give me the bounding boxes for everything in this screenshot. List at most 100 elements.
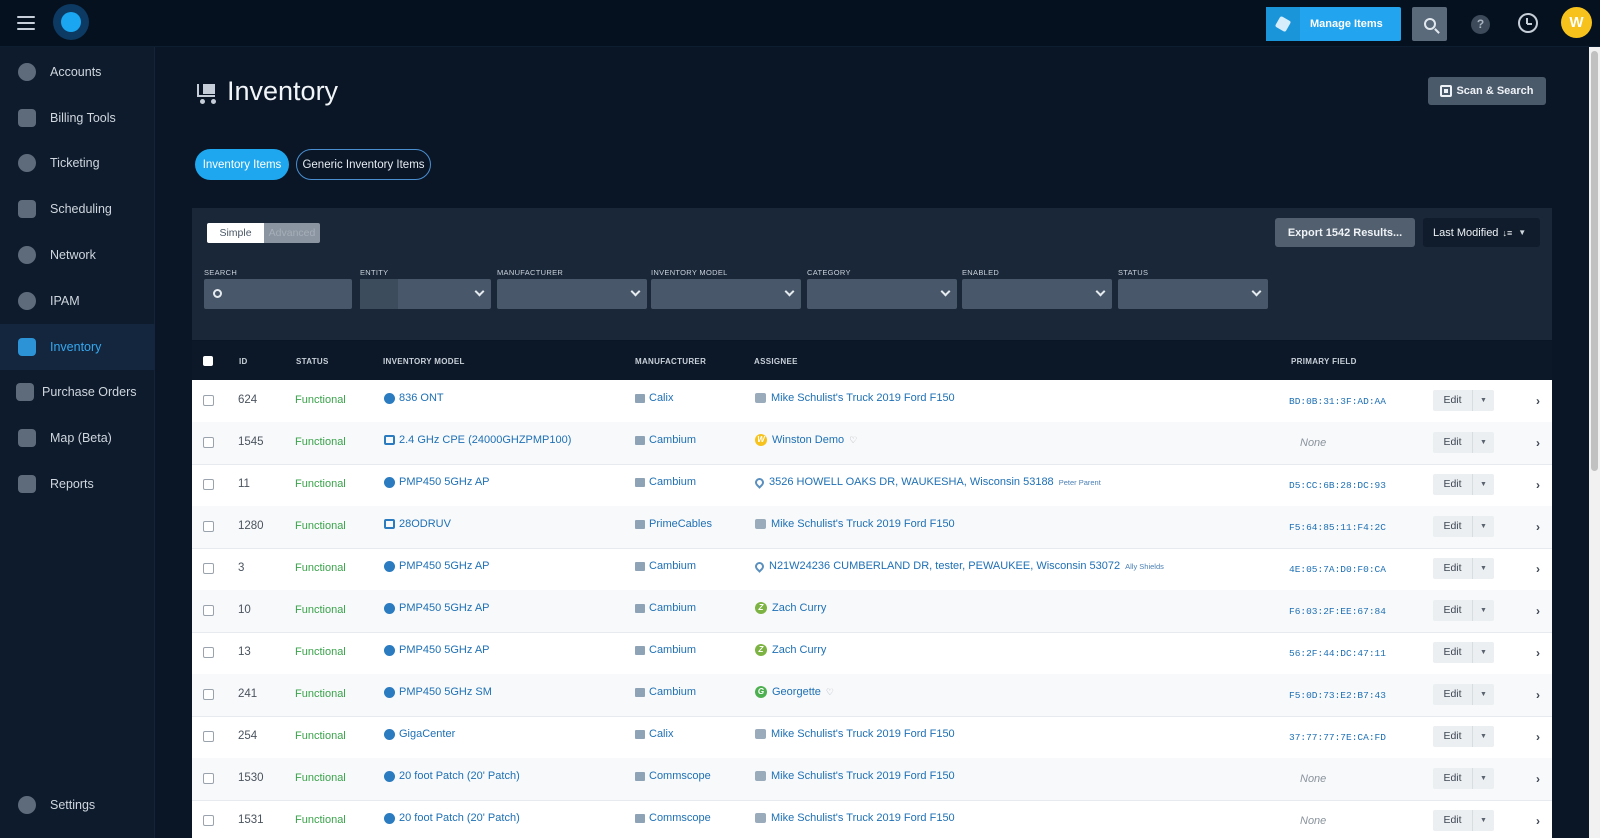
row-assignee-link[interactable]: Mike Schulist's Truck 2019 Ford F150 <box>755 392 955 404</box>
chevron-right-icon[interactable]: › <box>1536 814 1540 828</box>
row-model-link[interactable]: PMP450 5GHz AP <box>384 644 490 656</box>
table-row[interactable]: 11 Functional PMP450 5GHz AP Cambium 352… <box>192 464 1552 507</box>
select-all-checkbox[interactable] <box>203 356 213 366</box>
row-assignee-link[interactable]: N21W24236 CUMBERLAND DR, tester, PEWAUKE… <box>753 559 1164 573</box>
row-assignee-link[interactable]: Mike Schulist's Truck 2019 Ford F150 <box>755 518 955 530</box>
help-icon[interactable]: ? <box>1471 15 1490 34</box>
table-row[interactable]: 254 Functional GigaCenter Calix Mike Sch… <box>192 716 1552 759</box>
enabled-select[interactable] <box>962 279 1112 309</box>
chevron-right-icon[interactable]: › <box>1536 436 1540 450</box>
sidebar-item-purchase-orders[interactable]: Purchase Orders <box>0 369 155 415</box>
chevron-down-icon[interactable]: ▼ <box>1473 474 1494 495</box>
edit-button[interactable]: Edit <box>1433 516 1473 537</box>
chevron-down-icon[interactable]: ▼ <box>1473 642 1494 663</box>
table-row[interactable]: 1530 Functional 20 foot Patch (20' Patch… <box>192 758 1552 801</box>
row-assignee-link[interactable]: Z Zach Curry <box>755 602 826 614</box>
row-assignee-account[interactable]: Peter Parent <box>1059 478 1101 487</box>
column-header-primary-field[interactable]: PRIMARY FIELD <box>1291 357 1357 366</box>
scrollbar-thumb[interactable] <box>1591 51 1598 471</box>
scan-and-search-button[interactable]: Scan & Search <box>1428 77 1546 105</box>
row-manufacturer-link[interactable]: Cambium <box>635 686 696 698</box>
sidebar-item-settings[interactable]: Settings <box>0 782 155 828</box>
table-row[interactable]: 10 Functional PMP450 5GHz AP Cambium Z Za… <box>192 590 1552 633</box>
sidebar-item-billing-tools[interactable]: Billing Tools <box>0 95 155 141</box>
tab-generic-inventory-items[interactable]: Generic Inventory Items <box>296 149 431 180</box>
page-scrollbar[interactable] <box>1589 47 1600 838</box>
row-model-link[interactable]: 20 foot Patch (20' Patch) <box>384 812 520 824</box>
row-model-link[interactable]: 20 foot Patch (20' Patch) <box>384 770 520 782</box>
row-checkbox[interactable] <box>203 395 214 406</box>
table-row[interactable]: 3 Functional PMP450 5GHz AP Cambium N21W… <box>192 548 1552 591</box>
row-assignee-link[interactable]: W Winston Demo ♡ <box>755 434 857 446</box>
chevron-right-icon[interactable]: › <box>1536 520 1540 534</box>
status-select[interactable] <box>1118 279 1268 309</box>
chevron-right-icon[interactable]: › <box>1536 394 1540 408</box>
sidebar-item-inventory[interactable]: Inventory <box>0 324 155 370</box>
row-checkbox[interactable] <box>203 815 214 826</box>
row-checkbox[interactable] <box>203 689 214 700</box>
row-assignee-link[interactable]: G Georgette ♡ <box>755 686 834 698</box>
chevron-down-icon[interactable]: ▼ <box>1473 432 1494 453</box>
row-manufacturer-link[interactable]: Cambium <box>635 434 696 446</box>
row-model-link[interactable]: 2.4 GHz CPE (24000GHZPMP100) <box>384 434 571 446</box>
table-row[interactable]: 1545 Functional 2.4 GHz CPE (24000GHZPMP… <box>192 422 1552 465</box>
sort-select[interactable]: Last Modified ↓≡ ▼ <box>1423 218 1540 247</box>
tab-inventory-items[interactable]: Inventory Items <box>195 149 289 180</box>
row-assignee-link[interactable]: Mike Schulist's Truck 2019 Ford F150 <box>755 812 955 824</box>
column-header-assignee[interactable]: ASSIGNEE <box>754 357 798 366</box>
column-header-id[interactable]: ID <box>239 357 248 366</box>
sidebar-item-map-beta[interactable]: Map (Beta) <box>0 415 155 461</box>
chevron-right-icon[interactable]: › <box>1536 604 1540 618</box>
hamburger-menu-icon[interactable] <box>17 16 35 30</box>
chevron-down-icon[interactable]: ▼ <box>1473 768 1494 789</box>
edit-button[interactable]: Edit <box>1433 558 1473 579</box>
chevron-down-icon[interactable]: ▼ <box>1473 726 1494 747</box>
entity-select[interactable] <box>360 279 491 309</box>
chevron-down-icon[interactable]: ▼ <box>1473 684 1494 705</box>
chevron-down-icon[interactable]: ▼ <box>1473 390 1494 411</box>
row-model-link[interactable]: PMP450 5GHz AP <box>384 476 490 488</box>
row-model-link[interactable]: PMP450 5GHz SM <box>384 686 492 698</box>
row-model-link[interactable]: 28ODRUV <box>384 518 451 530</box>
row-manufacturer-link[interactable]: Cambium <box>635 602 696 614</box>
row-manufacturer-link[interactable]: Commscope <box>635 812 711 824</box>
sidebar-item-scheduling[interactable]: Scheduling <box>0 186 155 232</box>
row-checkbox[interactable] <box>203 647 214 658</box>
edit-button[interactable]: Edit <box>1433 600 1473 621</box>
row-assignee-link[interactable]: 3526 HOWELL OAKS DR, WAUKESHA, Wisconsin… <box>753 475 1101 489</box>
edit-button[interactable]: Edit <box>1433 432 1473 453</box>
chevron-right-icon[interactable]: › <box>1536 772 1540 786</box>
column-header-model[interactable]: INVENTORY MODEL <box>383 357 465 366</box>
row-manufacturer-link[interactable]: Cambium <box>635 644 696 656</box>
edit-button[interactable]: Edit <box>1433 474 1473 495</box>
sidebar-item-accounts[interactable]: Accounts <box>0 49 155 95</box>
row-model-link[interactable]: GigaCenter <box>384 728 455 740</box>
sidebar-item-ticketing[interactable]: Ticketing <box>0 140 155 186</box>
chevron-down-icon[interactable]: ▼ <box>1473 516 1494 537</box>
chevron-down-icon[interactable]: ▼ <box>1473 558 1494 579</box>
row-checkbox[interactable] <box>203 605 214 616</box>
chevron-down-icon[interactable]: ▼ <box>1473 600 1494 621</box>
chevron-right-icon[interactable]: › <box>1536 478 1540 492</box>
row-manufacturer-link[interactable]: Calix <box>635 728 673 740</box>
column-header-manufacturer[interactable]: MANUFACTURER <box>635 357 706 366</box>
row-manufacturer-link[interactable]: Calix <box>635 392 673 404</box>
chevron-right-icon[interactable]: › <box>1536 688 1540 702</box>
row-model-link[interactable]: PMP450 5GHz AP <box>384 602 490 614</box>
history-icon[interactable] <box>1518 13 1538 33</box>
manufacturer-select[interactable] <box>497 279 647 309</box>
sidebar-item-ipam[interactable]: IPAM <box>0 278 155 324</box>
row-checkbox[interactable] <box>203 563 214 574</box>
edit-button[interactable]: Edit <box>1433 390 1473 411</box>
edit-button[interactable]: Edit <box>1433 726 1473 747</box>
edit-button[interactable]: Edit <box>1433 684 1473 705</box>
row-assignee-link[interactable]: Mike Schulist's Truck 2019 Ford F150 <box>755 770 955 782</box>
table-row[interactable]: 1531 Functional 20 foot Patch (20' Patch… <box>192 800 1552 838</box>
row-model-link[interactable]: PMP450 5GHz AP <box>384 560 490 572</box>
user-avatar[interactable]: W <box>1561 7 1592 38</box>
sidebar-item-reports[interactable]: Reports <box>0 461 155 507</box>
chevron-right-icon[interactable]: › <box>1536 562 1540 576</box>
table-row[interactable]: 624 Functional 836 ONT Calix Mike Schuli… <box>192 380 1552 423</box>
table-row[interactable]: 1280 Functional 28ODRUV PrimeCables Mike… <box>192 506 1552 549</box>
edit-button[interactable]: Edit <box>1433 768 1473 789</box>
